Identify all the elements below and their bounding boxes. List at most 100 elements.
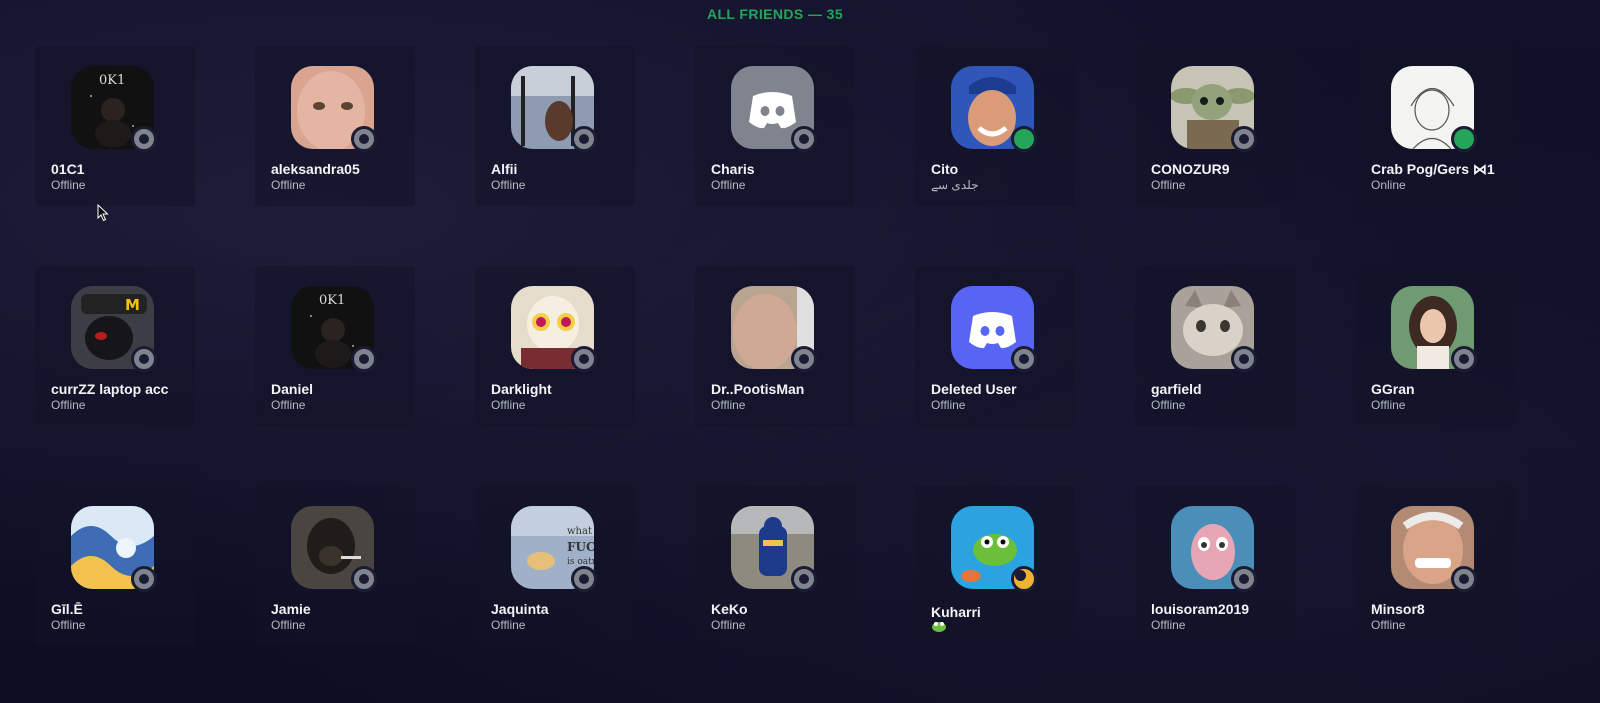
friend-card[interactable]: louisoram2019 Offline: [1135, 486, 1295, 646]
friend-name: currZZ laptop acc: [51, 381, 169, 397]
friend-card[interactable]: Minsor8 Offline: [1355, 486, 1515, 646]
avatar[interactable]: [1171, 286, 1257, 372]
friend-card[interactable]: 0K1 01C1 Offline: [35, 46, 195, 206]
friend-card[interactable]: 0K1 Daniel Offline: [255, 266, 415, 426]
friend-status-text: Offline: [711, 178, 746, 192]
avatar[interactable]: [731, 286, 817, 372]
friend-card[interactable]: Cito جلدی سے: [915, 46, 1075, 206]
avatar[interactable]: what FUC is oatr: [511, 506, 597, 592]
friend-card[interactable]: Alfii Offline: [475, 46, 635, 206]
friend-card[interactable]: what FUC is oatr Jaquinta Offline: [475, 486, 635, 646]
status-offline-icon: [351, 126, 377, 152]
friend-card[interactable]: Dr..PootisMan Offline: [695, 266, 855, 426]
avatar[interactable]: [1391, 286, 1477, 372]
status-offline-icon: [351, 566, 377, 592]
avatar[interactable]: [1391, 66, 1477, 152]
avatar[interactable]: [1391, 506, 1477, 592]
friend-status-text: Offline: [491, 178, 526, 192]
friend-status-text: Offline: [1371, 398, 1406, 412]
friend-name: Alfii: [491, 161, 518, 177]
avatar[interactable]: M: [71, 286, 157, 372]
avatar[interactable]: [1171, 506, 1257, 592]
friend-name: CONOZUR9: [1151, 161, 1230, 177]
friend-card[interactable]: Charis Offline: [695, 46, 855, 206]
friend-status-text: Offline: [1151, 618, 1186, 632]
friend-status-text: Offline: [271, 618, 306, 632]
friend-status-text: Offline: [1151, 178, 1186, 192]
friend-status-text: Offline: [711, 618, 746, 632]
friend-card[interactable]: Darklight Offline: [475, 266, 635, 426]
custom-status-emoji-icon: [931, 620, 1071, 635]
status-offline-icon: [1231, 126, 1257, 152]
friend-name: Charis: [711, 161, 755, 177]
status-offline-icon: [1011, 346, 1037, 372]
status-online-icon: [1011, 126, 1037, 152]
avatar[interactable]: [951, 506, 1037, 592]
friend-status-text: Offline: [271, 398, 306, 412]
status-offline-icon: [791, 346, 817, 372]
avatar[interactable]: [291, 506, 377, 592]
friend-name: Jamie: [271, 601, 311, 617]
friend-card[interactable]: Gīl.Ē Offline: [35, 486, 195, 646]
status-offline-icon: [131, 346, 157, 372]
avatar[interactable]: 0K1: [291, 286, 377, 372]
friend-status-text: Offline: [51, 618, 86, 632]
status-online-icon: [1451, 126, 1477, 152]
mouse-cursor-icon: [97, 204, 109, 222]
friend-name: Jaquinta: [491, 601, 549, 617]
status-offline-icon: [791, 566, 817, 592]
svg-text:0K1: 0K1: [319, 293, 345, 308]
friend-status-text: Offline: [491, 398, 526, 412]
friend-name: louisoram2019: [1151, 601, 1250, 617]
friend-card[interactable]: Jamie Offline: [255, 486, 415, 646]
friend-status-text: Offline: [51, 398, 86, 412]
friend-name: Minsor8: [1371, 601, 1425, 617]
friend-name: 01C1: [51, 161, 85, 177]
friend-status-text: Offline: [1371, 618, 1406, 632]
friend-card[interactable]: KeKo Offline: [695, 486, 855, 646]
friend-card[interactable]: Crab Pog/Gers ⋈1 Online: [1355, 46, 1515, 206]
status-idle-icon: [1011, 566, 1037, 592]
friend-card[interactable]: GGran Offline: [1355, 266, 1515, 426]
avatar[interactable]: [951, 66, 1037, 152]
friend-name: Dr..PootisMan: [711, 381, 805, 397]
friend-name: KeKo: [711, 601, 748, 617]
friend-card[interactable]: garfield Offline: [1135, 266, 1295, 426]
status-offline-icon: [571, 566, 597, 592]
friend-name: Daniel: [271, 381, 314, 397]
avatar[interactable]: [511, 66, 597, 152]
avatar[interactable]: [71, 506, 157, 592]
avatar[interactable]: [291, 66, 377, 152]
friend-name: aleksandra05: [271, 161, 360, 177]
avatar[interactable]: [511, 286, 597, 372]
avatar[interactable]: [1171, 66, 1257, 152]
friend-status-text: Offline: [1151, 398, 1186, 412]
friend-card[interactable]: CONOZUR9 Offline: [1135, 46, 1295, 206]
status-offline-icon: [1451, 346, 1477, 372]
avatar[interactable]: [731, 506, 817, 592]
svg-text:FUC: FUC: [567, 540, 594, 554]
friend-card[interactable]: M currZZ laptop acc Offline: [35, 266, 195, 426]
friend-card[interactable]: Deleted User Offline: [915, 266, 1075, 426]
friend-status-text: Offline: [711, 398, 746, 412]
svg-text:M: M: [125, 296, 140, 314]
friend-card[interactable]: aleksandra05 Offline: [255, 46, 415, 206]
svg-text:0K1: 0K1: [99, 73, 125, 88]
avatar[interactable]: 0K1: [71, 66, 157, 152]
friend-status-text: Offline: [271, 178, 306, 192]
status-offline-icon: [131, 566, 157, 592]
avatar[interactable]: [951, 286, 1037, 372]
friend-name: garfield: [1151, 381, 1202, 397]
friend-card[interactable]: Kuharri: [915, 486, 1075, 646]
avatar[interactable]: [731, 66, 817, 152]
svg-text:what: what: [567, 526, 592, 537]
friend-name: Kuharri: [931, 604, 981, 620]
friend-name: Cito: [931, 161, 959, 177]
friend-name: Gīl.Ē: [51, 601, 83, 617]
status-offline-icon: [1231, 566, 1257, 592]
friend-name: GGran: [1371, 381, 1415, 397]
friend-status-text: Offline: [51, 178, 86, 192]
status-offline-icon: [571, 126, 597, 152]
status-offline-icon: [1451, 566, 1477, 592]
friend-name: Crab Pog/Gers ⋈1: [1371, 161, 1495, 177]
